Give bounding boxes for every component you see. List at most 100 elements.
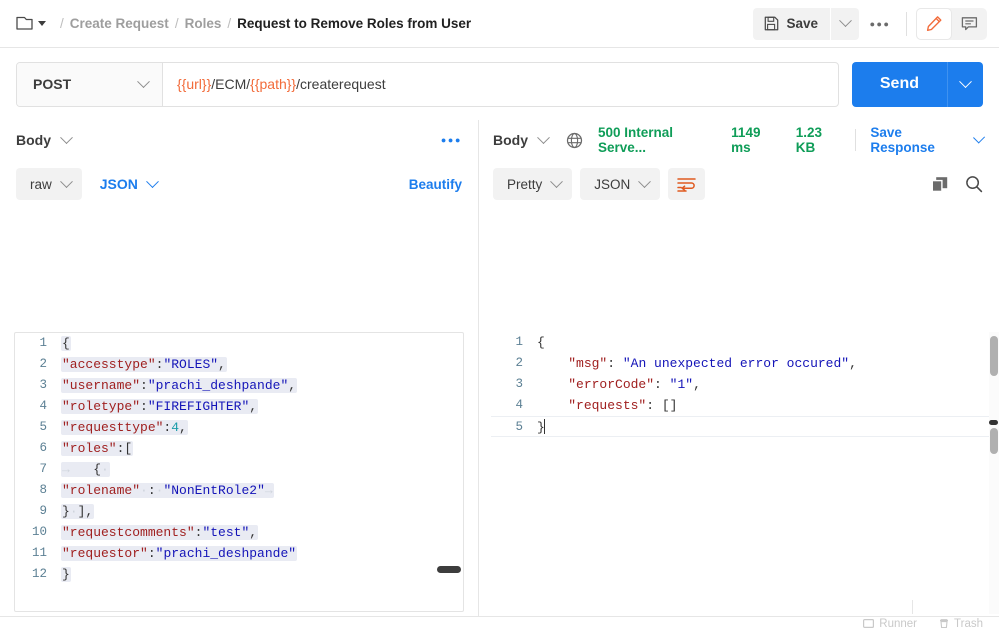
code-token: "rolename" [62,483,141,498]
save-button[interactable]: Save [753,7,830,40]
code-token: · [101,462,109,477]
edit-mode-button[interactable] [917,8,951,39]
code-line[interactable]: 12} [15,564,463,585]
save-button-label: Save [786,16,818,31]
save-options-button[interactable] [831,7,859,40]
response-view-select[interactable]: Pretty [493,168,573,200]
url-literal-ecm: /ECM/ [211,76,251,92]
code-line[interactable]: 4 "roletype":"FIREFIGHTER", [15,396,463,417]
code-text: "requests": [] [537,395,677,416]
pencil-icon [926,15,943,32]
request-pane: Body ●●● raw JSON Beautify 1{2 "accesstyp… [0,120,478,630]
request-body-toolbar: raw JSON Beautify [0,160,478,208]
line-number: 9 [39,504,47,518]
code-line[interactable]: 7 → {· [15,459,463,480]
response-body-title: Body [493,132,528,148]
footer-trash[interactable]: Trash [939,618,983,630]
code-text: "username":"prachi_deshpande", [61,375,298,396]
line-number: 3 [515,377,523,391]
code-line[interactable]: 9}·], [15,501,463,522]
code-text: } [61,564,71,585]
response-body-caret-button[interactable] [537,130,550,145]
code-token: : [140,399,148,414]
code-line[interactable]: 11 "requestor":"prachi_deshpande" [15,543,463,564]
code-line[interactable]: 4 "requests": [] [491,395,997,416]
response-body-viewer[interactable]: 1{2 "msg": "An unexpected error occured"… [491,332,997,608]
request-body-editor[interactable]: 1{2 "accesstype":"ROLES", 3 "username":"pra… [14,332,464,612]
chevron-down-icon [838,14,852,28]
response-header-divider [855,129,857,151]
code-token: : [607,356,623,371]
floppy-disk-icon [764,16,779,31]
code-token: : [] [646,398,678,413]
send-button[interactable]: Send [851,61,947,107]
code-line[interactable]: 2 "msg": "An unexpected error occured", [491,353,997,374]
response-view-value: Pretty [507,176,543,192]
ellipsis-icon: ●●● [869,18,891,29]
more-actions-button[interactable]: ●●● [863,8,897,40]
line-number: 11 [31,546,47,560]
body-mode-select[interactable]: raw [16,168,82,200]
url-variable-path: {{path}} [250,76,297,92]
globe-icon [566,132,583,149]
copy-button[interactable] [931,176,949,193]
breadcrumb-separator-2: / [227,16,232,31]
code-line[interactable]: 3 "username":"prachi_deshpande", [15,375,463,396]
response-horizontal-scrollbar[interactable] [989,420,998,425]
word-wrap-button[interactable] [668,168,706,200]
request-editor-horizontal-scrollbar[interactable] [437,566,461,573]
code-text: "roles":[ [61,438,134,459]
send-options-button[interactable] [947,61,983,107]
header-actions: Save ●●● [753,7,999,40]
code-line[interactable]: 6 "roles":[ [15,438,463,459]
line-number: 10 [31,525,47,539]
breadcrumb-caret-icon[interactable] [38,21,46,26]
response-pane: Body 500 Internal Serve... 1149 ms 1.23 … [479,120,999,630]
code-token: "An unexpected error occured" [622,356,850,371]
breadcrumb-item-create-request[interactable]: Create Request [70,16,169,31]
code-token: "prachi_deshpande" [147,378,289,393]
code-line[interactable]: 1{ [491,332,997,353]
response-language-select[interactable]: JSON [580,168,661,200]
code-line[interactable]: 10 "requestcomments":"test", [15,522,463,543]
code-line[interactable]: 1{ [15,333,463,354]
word-wrap-icon [677,177,697,192]
code-text: "requestor":"prachi_deshpande" [61,543,298,564]
code-line[interactable]: 3 "errorCode": "1", [491,374,997,395]
code-token: , [288,378,297,393]
save-response-button[interactable]: Save Response [870,125,962,155]
breadcrumb-item-roles[interactable]: Roles [185,16,222,31]
request-body-code[interactable]: 1{2 "accesstype":"ROLES", 3 "username":"pra… [15,333,463,585]
code-token: "roles" [62,441,117,456]
footer-runner[interactable]: Runner [863,618,917,630]
chevron-down-icon[interactable] [972,131,985,144]
code-token: { [62,336,70,351]
code-token: "requestcomments" [62,525,195,540]
response-time: 1149 ms [731,125,761,155]
code-token: { [93,462,102,477]
send-group: Send [851,61,983,107]
search-button[interactable] [965,175,983,193]
body-language-select[interactable]: JSON [90,174,163,192]
url-input[interactable]: {{url}}/ECM/{{path}}/createrequest [163,63,838,106]
code-line[interactable]: 5} [491,416,997,437]
code-line[interactable]: 2 "accesstype":"ROLES", [15,354,463,375]
comments-button[interactable] [952,9,986,39]
response-vertical-scrollbar-lower[interactable] [990,428,998,454]
code-line[interactable]: 8 "rolename"·:·"NonEntRole2"→ [15,480,463,501]
line-number: 12 [31,567,47,581]
response-body-code[interactable]: 1{2 "msg": "An unexpected error occured"… [491,332,997,437]
chevron-down-icon [959,74,972,88]
request-body-more-button[interactable]: ●●● [441,135,462,145]
response-language-value: JSON [594,176,631,192]
response-vertical-scrollbar[interactable] [990,336,998,376]
code-line[interactable]: 5 "requesttype":4, [15,417,463,438]
code-token: : [654,377,670,392]
code-token: "username" [62,378,141,393]
request-body-caret-button[interactable] [60,130,73,145]
beautify-button[interactable]: Beautify [409,177,462,192]
http-method-select[interactable]: POST [17,62,163,106]
body-mode-value: raw [30,176,52,192]
